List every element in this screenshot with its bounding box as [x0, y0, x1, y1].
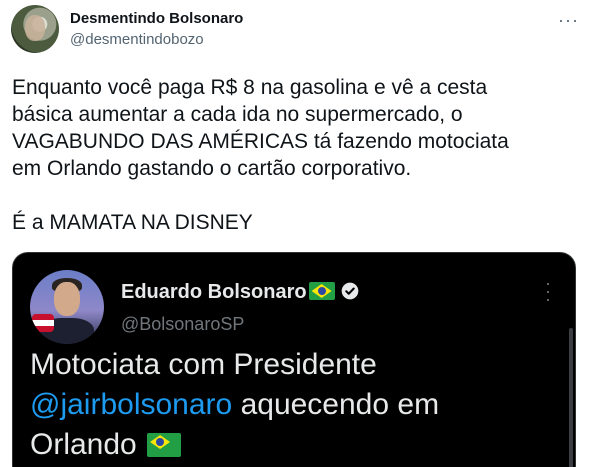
quoted-tweet-card[interactable]: Eduardo Bolsonaro @BolsonaroSP · · · Motoc…: [12, 252, 576, 467]
tweet-avatar[interactable]: [11, 5, 59, 53]
quoted-text-line1: Motociata com Presidente: [30, 348, 377, 381]
quoted-tweet-text: Motociata com Presidente @jairbolsonaro …: [30, 345, 560, 465]
more-vertical-icon[interactable]: · · ·: [543, 274, 553, 308]
tweet-author-handle[interactable]: @desmentindobozo: [70, 31, 204, 48]
quoted-text-line2: aquecendo em: [232, 388, 440, 421]
brazil-flag-icon: [147, 433, 182, 457]
quoted-author-name[interactable]: Eduardo Bolsonaro: [121, 281, 360, 304]
mention-link[interactable]: @jairbolsonaro: [30, 388, 232, 421]
avatar-flag-icon: [32, 314, 54, 332]
quoted-text-line3: Orlando: [30, 428, 137, 461]
avatar-face: [54, 282, 80, 316]
quoted-avatar[interactable]: [30, 270, 104, 344]
brazil-flag-icon: [308, 282, 335, 300]
quoted-author-name-text: Eduardo Bolsonaro: [121, 281, 307, 303]
scrollbar[interactable]: [569, 328, 573, 467]
tweet-text: Enquanto você paga R$ 8 na gasolina e vê…: [12, 76, 509, 234]
more-horizontal-icon[interactable]: ···: [558, 10, 579, 31]
verified-badge-icon: [341, 282, 358, 300]
tweet-author-name[interactable]: Desmentindo Bolsonaro: [70, 10, 243, 27]
quoted-author-handle[interactable]: @BolsonaroSP: [121, 314, 244, 335]
